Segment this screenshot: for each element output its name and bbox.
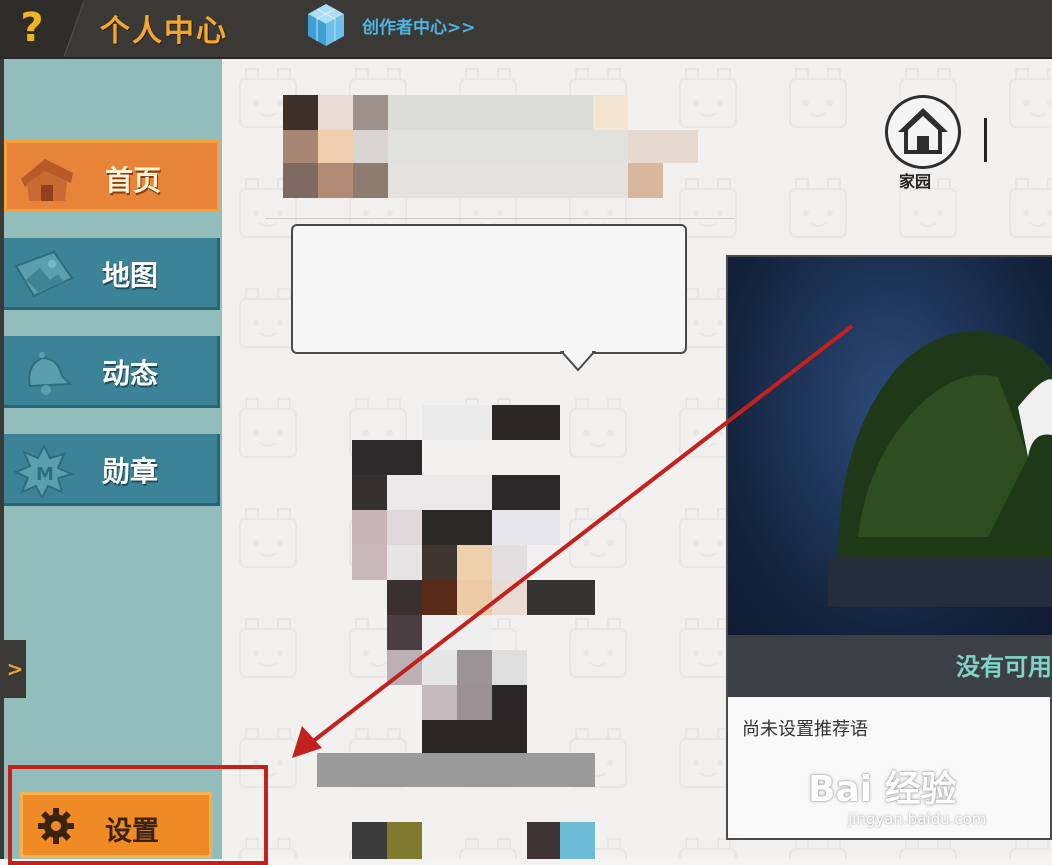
watermark: Bai 经验 [808, 769, 957, 810]
watermark-url: jingyan.baidu.com [848, 810, 987, 828]
annotation-arrow [292, 324, 854, 758]
